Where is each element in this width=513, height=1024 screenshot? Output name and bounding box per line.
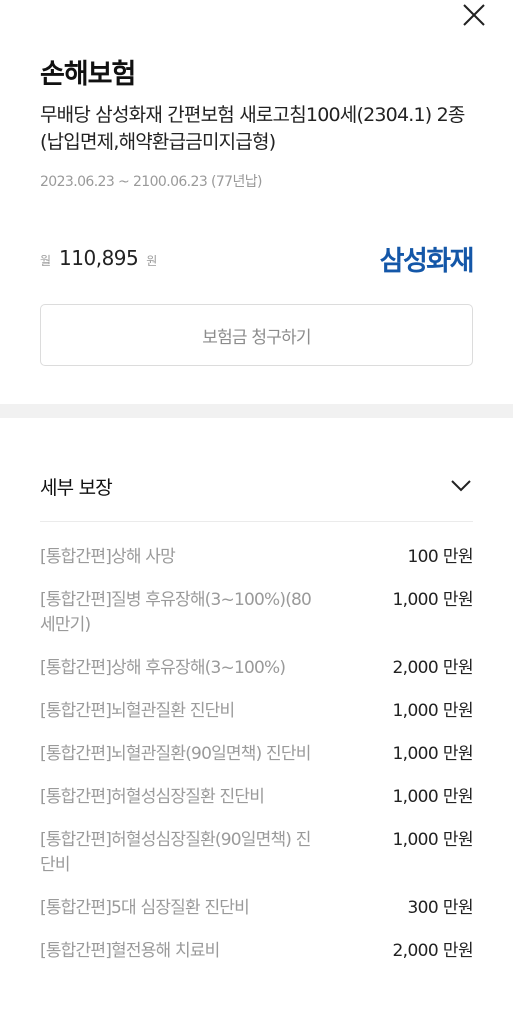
- price-prefix: 월: [40, 254, 52, 268]
- coverage-row: [통합간편]상해 사망 100 만원: [40, 545, 474, 570]
- coverage-row: [통합간편]뇌혈관질환 진단비 1,000 만원: [40, 699, 474, 724]
- coverage-amount: 1,000 만원: [392, 830, 473, 850]
- coverage-name: [통합간편]상해 후유장해(3~100%): [40, 658, 286, 678]
- coverage-row: [통합간편]뇌혈관질환(90일면책) 진단비 1,000 만원: [40, 742, 474, 767]
- coverage-name: [통합간편]질병 후유장해(3~100%)(80세만기): [40, 590, 312, 635]
- coverage-amount: 300 만원: [407, 898, 473, 918]
- coverage-toggle[interactable]: 세부 보장: [40, 466, 473, 506]
- insurance-category: 손해보험: [40, 59, 136, 90]
- section-divider: [0, 404, 513, 418]
- chevron-down-icon: [451, 480, 471, 492]
- coverage-name: [통합간편]상해 사망: [40, 547, 176, 567]
- price-amount: 110,895: [59, 246, 139, 270]
- coverage-period: 2023.06.23 ~ 2100.06.23 (77년납): [40, 174, 263, 190]
- price-suffix: 원: [146, 254, 158, 268]
- price-row: 월 110,895 원 삼성화재: [40, 238, 475, 278]
- coverage-name: [통합간편]뇌혈관질환(90일면책) 진단비: [40, 744, 311, 764]
- coverage-amount: 1,000 만원: [392, 744, 473, 764]
- coverage-name: [통합간편]혈전용해 치료비: [40, 941, 220, 961]
- coverage-row: [통합간편]허혈성심장질환 진단비 1,000 만원: [40, 785, 474, 810]
- coverage-name: [통합간편]5대 심장질환 진단비: [40, 898, 250, 918]
- coverage-title: 세부 보장: [40, 476, 113, 499]
- coverage-list: [통합간편]상해 사망 100 만원 [통합간편]질병 후유장해(3~100%)…: [40, 545, 474, 982]
- coverage-name: [통합간편]허혈성심장질환(90일면책) 진단비: [40, 830, 311, 875]
- coverage-row: [통합간편]5대 심장질환 진단비 300 만원: [40, 896, 474, 921]
- coverage-amount: 1,000 만원: [392, 590, 473, 610]
- close-icon: [463, 4, 485, 26]
- coverage-amount: 1,000 만원: [392, 701, 473, 721]
- coverage-row: [통합간편]허혈성심장질환(90일면책) 진단비 1,000 만원: [40, 828, 474, 878]
- coverage-name: [통합간편]허혈성심장질환 진단비: [40, 787, 265, 807]
- monthly-premium: 월 110,895 원: [40, 246, 157, 270]
- coverage-amount: 1,000 만원: [392, 787, 473, 807]
- product-name: 무배당 삼성화재 간편보험 새로고침100세(2304.1) 2종(납입면제,해…: [40, 104, 465, 153]
- coverage-row: [통합간편]혈전용해 치료비 2,000 만원: [40, 939, 474, 964]
- coverage-amount: 2,000 만원: [392, 941, 473, 961]
- coverage-amount: 2,000 만원: [392, 658, 473, 678]
- policy-header: 손해보험 무배당 삼성화재 간편보험 새로고침100세(2304.1) 2종(납…: [40, 58, 473, 191]
- coverage-divider: [40, 521, 473, 522]
- coverage-row: [통합간편]상해 후유장해(3~100%) 2,000 만원: [40, 656, 474, 681]
- coverage-name: [통합간편]뇌혈관질환 진단비: [40, 701, 235, 721]
- claim-button[interactable]: 보험금 청구하기: [40, 304, 473, 366]
- coverage-amount: 100 만원: [407, 547, 473, 567]
- coverage-row: [통합간편]질병 후유장해(3~100%)(80세만기) 1,000 만원: [40, 588, 474, 638]
- close-button[interactable]: [461, 2, 487, 28]
- insurer-logo: 삼성화재: [379, 245, 475, 277]
